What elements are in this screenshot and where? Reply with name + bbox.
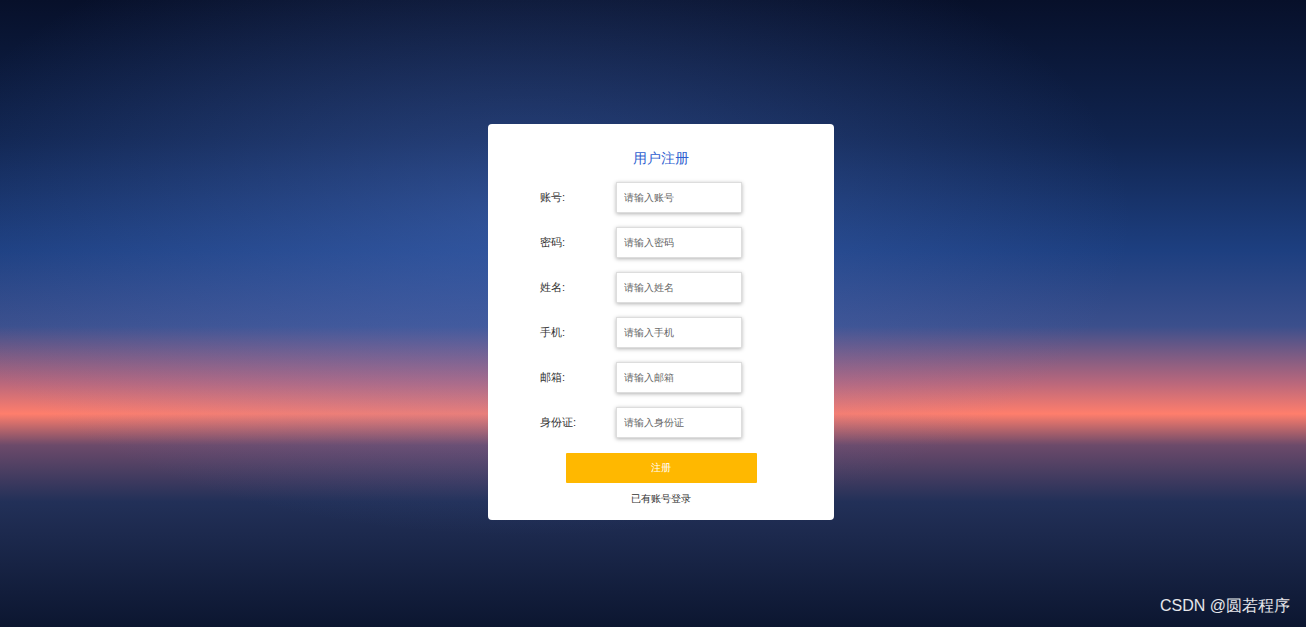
field-row: 手机: xyxy=(540,317,834,348)
field-row: 邮箱: xyxy=(540,362,834,393)
field-label: 姓名: xyxy=(540,279,616,296)
field-input[interactable] xyxy=(616,182,742,213)
field-label: 手机: xyxy=(540,324,616,341)
field-list: 账号: 密码: 姓名: 手机: 邮箱: 身份证: xyxy=(488,182,834,438)
field-label: 密码: xyxy=(540,234,616,251)
field-input[interactable] xyxy=(616,362,742,393)
field-input[interactable] xyxy=(616,407,742,438)
field-label: 身份证: xyxy=(540,414,616,431)
login-link[interactable]: 已有账号登录 xyxy=(631,491,691,506)
field-row: 密码: xyxy=(540,227,834,258)
form-title: 用户注册 xyxy=(633,148,689,168)
watermark: CSDN @圆若程序 xyxy=(1160,594,1290,618)
field-input[interactable] xyxy=(616,272,742,303)
register-button[interactable]: 注册 xyxy=(566,453,757,483)
field-label: 邮箱: xyxy=(540,369,616,386)
field-row: 身份证: xyxy=(540,407,834,438)
field-input[interactable] xyxy=(616,227,742,258)
register-card: 用户注册账号: 密码: 姓名: 手机: 邮箱: 身份证: 注册已有账号登录 xyxy=(488,124,834,520)
register-page: 用户注册账号: 密码: 姓名: 手机: 邮箱: 身份证: 注册已有账号登录 CSDN @圆若程… xyxy=(0,0,1306,627)
field-row: 姓名: xyxy=(540,272,834,303)
field-label: 账号: xyxy=(540,189,616,206)
field-row: 账号: xyxy=(540,182,834,213)
field-input[interactable] xyxy=(616,317,742,348)
